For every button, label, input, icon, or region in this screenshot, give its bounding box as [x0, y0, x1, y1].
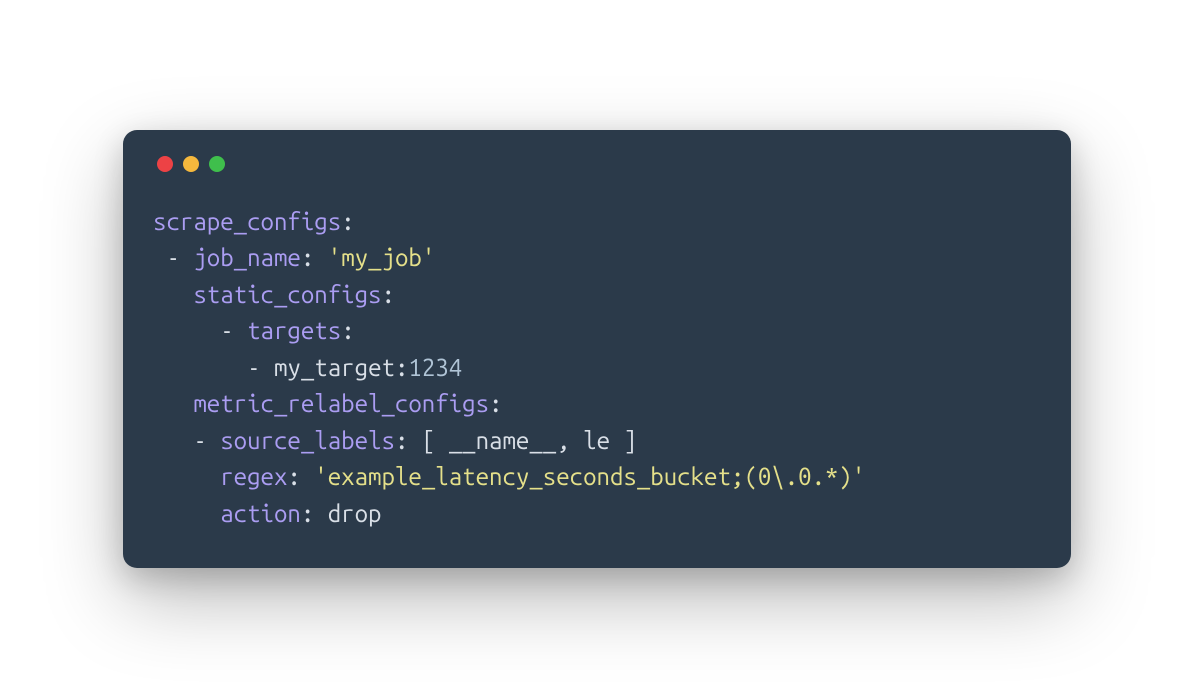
code-block: scrape_configs: - job_name: 'my_job' sta… [153, 204, 1041, 532]
bracket: [ [422, 427, 449, 454]
code-line: scrape_configs: [153, 208, 355, 235]
colon: : [341, 317, 354, 344]
yaml-key: regex [220, 463, 287, 490]
yaml-string: 'my_job' [328, 244, 436, 271]
pad [153, 281, 193, 308]
colon: : [489, 390, 502, 417]
yaml-key: targets [247, 317, 341, 344]
colon: : [301, 500, 328, 527]
yaml-value: drop [328, 500, 382, 527]
yaml-key: static_configs [193, 281, 381, 308]
dash: - [247, 354, 274, 381]
pad [153, 354, 247, 381]
comma: , [556, 427, 583, 454]
yaml-value: __name__ [449, 427, 557, 454]
colon: : [395, 427, 422, 454]
code-window: scrape_configs: - job_name: 'my_job' sta… [123, 130, 1071, 568]
maximize-icon[interactable] [209, 156, 225, 172]
yaml-key: action [220, 500, 301, 527]
yaml-number: 1234 [408, 354, 462, 381]
code-line: - my_target:1234 [153, 354, 462, 381]
yaml-key: scrape_configs [153, 208, 341, 235]
code-line: static_configs: [153, 281, 395, 308]
code-line: action: drop [153, 500, 382, 527]
colon: : [382, 281, 395, 308]
pad [153, 500, 220, 527]
traffic-lights [153, 156, 1041, 172]
yaml-key: job_name [193, 244, 301, 271]
code-line: - targets: [153, 317, 355, 344]
minimize-icon[interactable] [183, 156, 199, 172]
yaml-key: metric_relabel_configs [193, 390, 489, 417]
yaml-string: 'example_latency_seconds_bucket;(0\.0.*)… [314, 463, 865, 490]
yaml-value: my_target: [274, 354, 408, 381]
dash: - [193, 427, 220, 454]
code-line: - source_labels: [ __name__, le ] [153, 427, 637, 454]
pad [153, 463, 220, 490]
yaml-key: source_labels [220, 427, 395, 454]
code-line: regex: 'example_latency_seconds_bucket;(… [153, 463, 865, 490]
code-line: - job_name: 'my_job' [153, 244, 435, 271]
pad [153, 317, 220, 344]
yaml-value: le [583, 427, 610, 454]
colon: : [341, 208, 354, 235]
dash: - [220, 317, 247, 344]
close-icon[interactable] [157, 156, 173, 172]
pad [153, 390, 193, 417]
pad [153, 427, 193, 454]
bracket: ] [610, 427, 637, 454]
code-line: metric_relabel_configs: [153, 390, 502, 417]
colon: : [301, 244, 328, 271]
dash: - [153, 244, 193, 271]
colon: : [287, 463, 314, 490]
